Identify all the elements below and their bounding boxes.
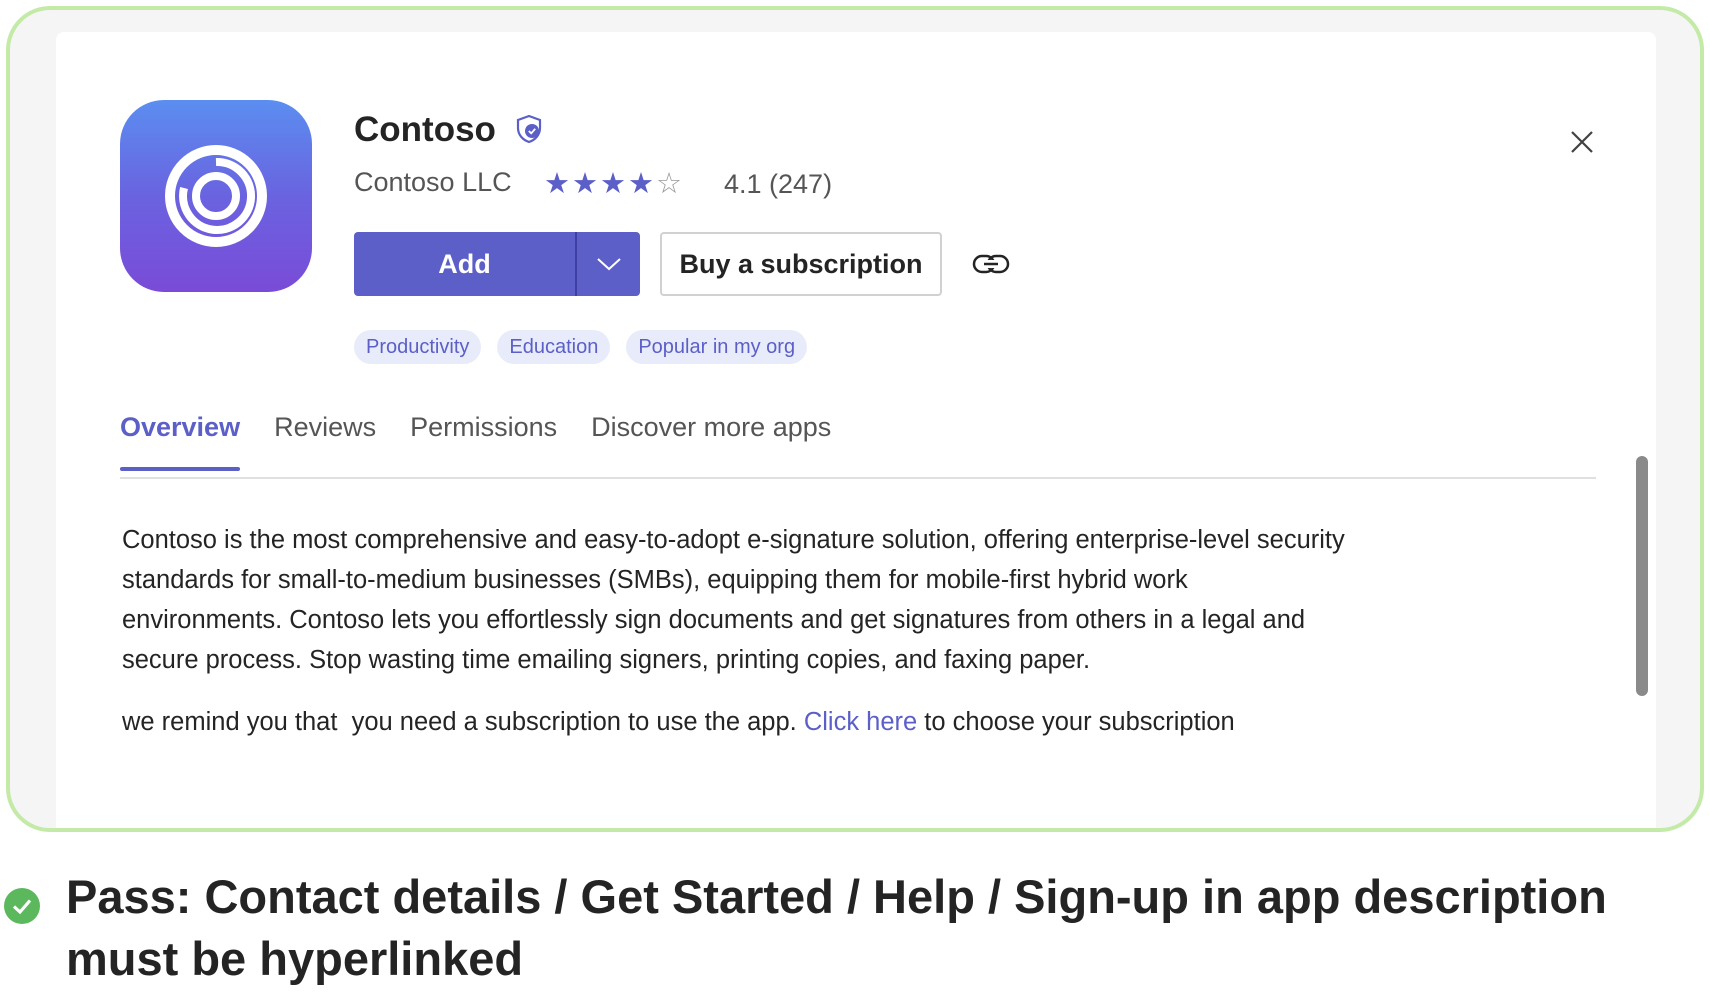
category-tags: Productivity Education Popular in my org [354, 330, 808, 364]
description-line: secure process. Stop wasting time emaili… [122, 646, 1091, 674]
tabs-divider [120, 477, 1596, 479]
tab-bar: Overview Reviews Permissions Discover mo… [120, 412, 831, 471]
star-empty-icon: ☆ [656, 168, 682, 200]
scrollbar-thumb[interactable] [1636, 456, 1648, 696]
click-here-link[interactable]: Click here [804, 708, 917, 736]
subscription-reminder: we remind you that you need a subscripti… [122, 702, 1235, 742]
pass-caption: Pass: Contact details / Get Started / He… [66, 866, 1686, 990]
app-description: Contoso is the most comprehensive and ea… [122, 520, 1542, 680]
tab-permissions[interactable]: Permissions [410, 412, 557, 471]
reminder-text: we remind you that you need a subscripti… [122, 708, 804, 736]
tab-discover-more-apps[interactable]: Discover more apps [591, 412, 831, 471]
app-details-dialog: Contoso Contoso LLC ★ ★ ★ ★ ☆ 4.1 (247) … [56, 32, 1656, 828]
star-full-icon: ★ [600, 168, 626, 200]
tag-education[interactable]: Education [497, 330, 611, 364]
description-line: standards for small-to-medium businesses… [122, 566, 1188, 594]
app-details-frame: Contoso Contoso LLC ★ ★ ★ ★ ☆ 4.1 (247) … [6, 6, 1704, 832]
rating-text: 4.1 (247) [724, 169, 833, 199]
close-icon[interactable] [1568, 128, 1596, 156]
chevron-down-icon [596, 258, 621, 271]
reminder-text: to choose your subscription [917, 708, 1235, 736]
app-name: Contoso [354, 110, 496, 149]
add-split-button: Add [354, 232, 640, 296]
star-full-icon: ★ [572, 168, 598, 200]
publisher-name: Contoso LLC [354, 167, 512, 197]
star-full-icon: ★ [628, 168, 654, 200]
tab-overview[interactable]: Overview [120, 412, 241, 471]
star-full-icon: ★ [544, 168, 570, 200]
add-button[interactable]: Add [354, 232, 575, 296]
description-line: environments. Contoso lets you effortles… [122, 606, 1306, 634]
caption-line: must be hyperlinked [66, 932, 524, 985]
check-circle-icon [4, 888, 40, 924]
add-dropdown-button[interactable] [577, 232, 640, 296]
tab-reviews[interactable]: Reviews [274, 412, 376, 471]
tag-productivity[interactable]: Productivity [354, 330, 482, 364]
link-icon[interactable] [972, 250, 1010, 278]
tag-popular-in-my-org[interactable]: Popular in my org [626, 330, 808, 364]
contoso-logo-icon [120, 100, 312, 292]
rating-stars: ★ ★ ★ ★ ☆ [544, 168, 682, 200]
buy-subscription-button[interactable]: Buy a subscription [660, 232, 942, 296]
description-line: Contoso is the most comprehensive and ea… [122, 526, 1345, 554]
verified-shield-icon [516, 114, 542, 144]
caption-line: Pass: Contact details / Get Started / He… [66, 870, 1607, 923]
